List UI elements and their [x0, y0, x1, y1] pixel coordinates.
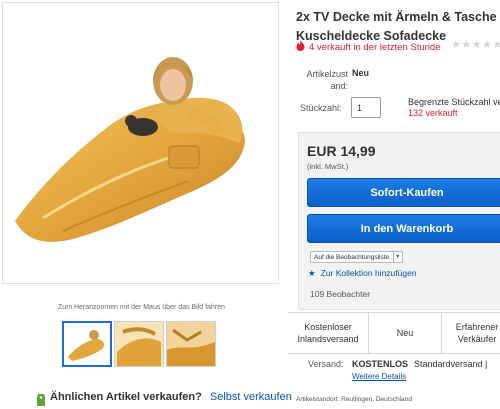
shipping-free: KOSTENLOS [352, 359, 409, 369]
condition-label: Artikelzust and: [306, 69, 348, 91]
recent-sales-notice: 4 verkauft in der letzten Stunde [296, 40, 441, 53]
sell-similar-row: Ähnlichen Artikel verkaufen? Selbst verk… [50, 391, 292, 403]
add-to-collection-link[interactable]: ★ Zur Kollektion hinzufügen [308, 268, 417, 279]
shipping-value: KOSTENLOS Standardversand | [352, 359, 487, 369]
thumbnail-image [68, 330, 104, 361]
star-icon: ★ [308, 268, 316, 278]
blanket-photo [15, 57, 245, 242]
shipping-method: Standardversand | [414, 359, 488, 369]
zoom-hint: Zum Heranzoomen mit der Maus über das Bi… [58, 304, 225, 311]
feature-condition-new: Neu [396, 328, 414, 338]
thumbnail-image [167, 322, 215, 366]
thumbnail-3[interactable] [166, 321, 216, 367]
flame-icon [296, 40, 305, 51]
title-line-1: 2x TV Decke mit Ärmeln & Tasche l [296, 10, 500, 24]
quantity-label: Stückzahl: [300, 103, 342, 113]
collection-label: Zur Kollektion hinzufügen [320, 268, 417, 278]
limited-stock-text: Begrenzte Stückzahl ver [408, 97, 500, 107]
watcher-count: 109 Beobachter [310, 289, 371, 299]
buy-now-button[interactable]: Sofort-Kaufen [307, 178, 500, 207]
quantity-input[interactable] [351, 97, 381, 118]
shipping-details-link[interactable]: Weitere Details [352, 372, 406, 381]
feature-experienced-seller: Erfahrener Verkäufer [455, 322, 499, 344]
sell-similar-question: Ähnlichen Artikel verkaufen? [50, 391, 202, 403]
watchlist-label: Auf die Beobachtungsliste [314, 253, 390, 261]
sold-count: 132 verkauft [408, 108, 458, 118]
feature-free-shipping: Kostenloser Inlandsversand [297, 322, 359, 344]
price-tag-icon [37, 394, 45, 406]
item-location: Artikelstandort: Reutlingen, Deutschland [296, 396, 412, 403]
vat-note: (inkl. MwSt.) [307, 162, 349, 171]
thumbnail-2[interactable] [114, 321, 164, 367]
recent-sales-text: 4 verkauft in der letzten Stunde [309, 42, 441, 53]
feature-strip: Kostenloser Inlandsversand Neu Erfahrene… [288, 312, 500, 354]
main-product-image[interactable] [2, 2, 279, 284]
add-to-cart-button[interactable]: In den Warenkorb [307, 214, 500, 243]
shipping-label: Versand: [308, 359, 344, 369]
thumbnail-1[interactable] [62, 321, 112, 367]
thumbnail-image [115, 322, 163, 366]
rating-stars: ★★★★★ [451, 39, 500, 51]
condition-value: Neu [352, 68, 370, 78]
add-to-watchlist-button[interactable]: Auf die Beobachtungsliste ▾ [310, 251, 404, 263]
sell-yourself-link[interactable]: Selbst verkaufen [210, 391, 292, 403]
watchlist-dropdown-icon[interactable]: ▾ [393, 251, 399, 263]
price: EUR 14,99 [307, 143, 376, 159]
